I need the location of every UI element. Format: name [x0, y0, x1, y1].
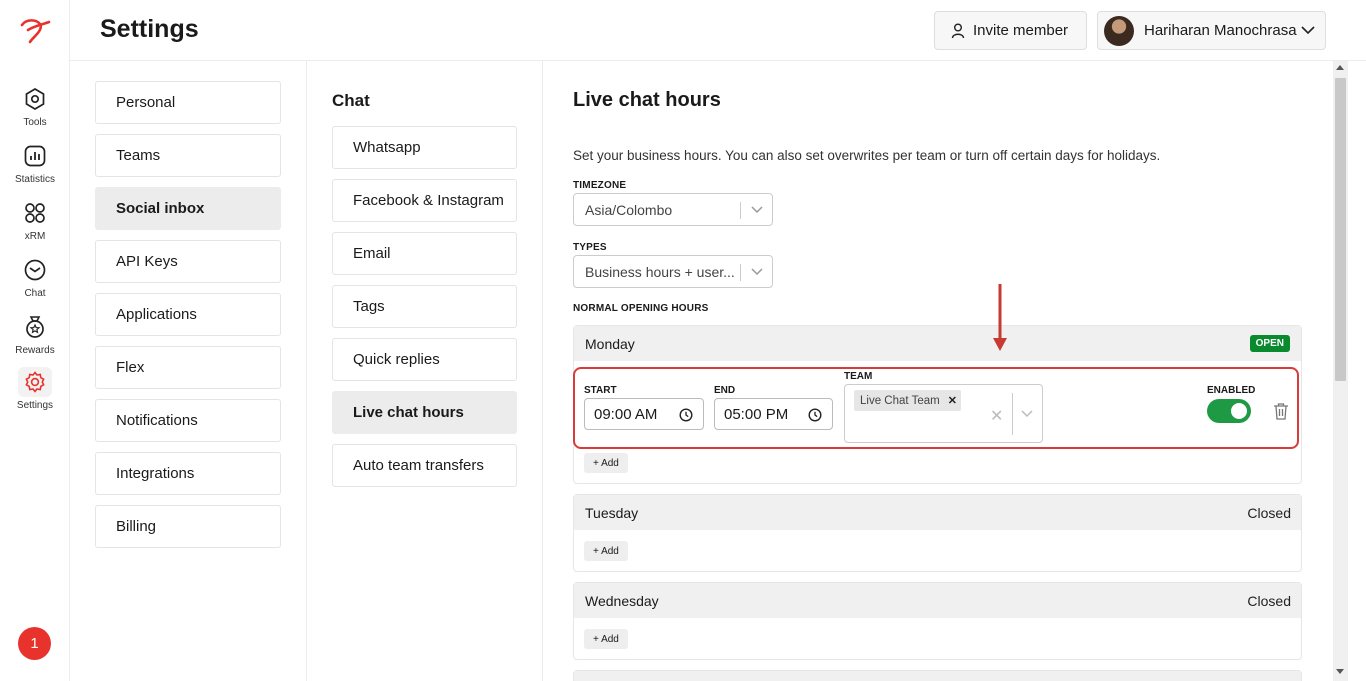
statistics-icon	[24, 145, 46, 167]
scroll-up-icon[interactable]	[1336, 65, 1344, 70]
status-text: Closed	[1247, 504, 1291, 521]
status-text: Closed	[1247, 592, 1291, 609]
icon-rail: Tools Statistics xRM Chat Rewards Settin…	[0, 0, 70, 681]
chat-nav-quick-replies[interactable]: Quick replies	[332, 338, 517, 381]
chat-nav-whatsapp[interactable]: Whatsapp	[332, 126, 517, 169]
rail-label-xrm: xRM	[24, 231, 46, 242]
status-badge: OPEN	[1249, 335, 1290, 352]
chat-nav-email[interactable]: Email	[332, 232, 517, 275]
highlight-box	[573, 367, 1299, 449]
user-name: Hariharan Manochrasa	[1144, 22, 1297, 39]
xrm-icon	[25, 203, 45, 223]
chat-nav-live-chat-hours[interactable]: Live chat hours	[332, 391, 517, 434]
settings-icon	[25, 371, 45, 393]
day-name: Monday	[585, 335, 635, 352]
top-bar: Settings Invite member Hariharan Manochr…	[70, 0, 1366, 61]
rail-label-tools: Tools	[23, 117, 47, 128]
settings-nav-notifications[interactable]: Notifications	[95, 399, 281, 442]
rail-item-tools[interactable]: Tools	[0, 84, 70, 128]
day-tuesday: Tuesday Closed + Add	[573, 494, 1302, 572]
rail-item-rewards[interactable]: Rewards	[0, 312, 70, 356]
section-description: Set your business hours. You can also se…	[573, 148, 1161, 163]
day-header: Tuesday Closed	[574, 495, 1301, 530]
settings-nav: Personal Teams Social inbox API Keys App…	[70, 61, 307, 681]
opening-hours-label: NORMAL OPENING HOURS	[573, 303, 709, 314]
invite-member-button[interactable]: Invite member	[934, 11, 1087, 50]
scroll-down-icon[interactable]	[1336, 669, 1344, 674]
add-hours-button[interactable]: + Add	[584, 453, 628, 473]
settings-nav-integrations[interactable]: Integrations	[95, 452, 281, 495]
settings-nav-personal[interactable]: Personal	[95, 81, 281, 124]
settings-nav-applications[interactable]: Applications	[95, 293, 281, 336]
rail-item-xrm[interactable]: xRM	[0, 198, 70, 242]
day-name: Tuesday	[585, 504, 639, 521]
add-hours-button[interactable]: + Add	[584, 629, 628, 649]
tools-icon	[25, 88, 45, 110]
notification-badge[interactable]: 1	[18, 627, 51, 660]
section-title: Live chat hours	[573, 89, 721, 111]
day-header: Wednesday Closed	[574, 583, 1301, 618]
brand-logo-icon[interactable]	[18, 16, 52, 46]
user-icon	[951, 23, 965, 38]
select-divider	[740, 264, 741, 281]
day-header: Monday OPEN	[574, 326, 1301, 361]
chat-nav-tags[interactable]: Tags	[332, 285, 517, 328]
chat-icon	[24, 259, 46, 281]
timezone-label: TIMEZONE	[573, 180, 627, 191]
settings-nav-api-keys[interactable]: API Keys	[95, 240, 281, 283]
types-select[interactable]: Business hours + user...	[573, 255, 773, 288]
day-header	[574, 671, 1301, 681]
chat-nav-title: Chat	[332, 91, 370, 110]
user-menu-button[interactable]: Hariharan Manochrasa	[1097, 11, 1326, 50]
invite-member-label: Invite member	[973, 22, 1069, 39]
chat-nav-auto-team-transfers[interactable]: Auto team transfers	[332, 444, 517, 487]
arrow-down-icon	[993, 284, 1007, 351]
day-next	[573, 670, 1302, 681]
rail-item-chat[interactable]: Chat	[0, 255, 70, 299]
settings-nav-teams[interactable]: Teams	[95, 134, 281, 177]
rewards-icon	[26, 316, 44, 338]
rail-label-chat: Chat	[24, 288, 46, 299]
add-hours-button[interactable]: + Add	[584, 541, 628, 561]
chat-nav-facebook-instagram[interactable]: Facebook & Instagram	[332, 179, 517, 222]
rail-label-statistics: Statistics	[14, 174, 55, 185]
settings-nav-flex[interactable]: Flex	[95, 346, 281, 389]
types-value: Business hours + user...	[585, 263, 735, 280]
rail-item-settings[interactable]: Settings	[0, 367, 70, 411]
settings-nav-social-inbox[interactable]: Social inbox	[95, 187, 281, 230]
rail-label-rewards: Rewards	[15, 345, 55, 356]
types-label: TYPES	[573, 242, 607, 253]
select-divider	[740, 202, 741, 219]
avatar	[1104, 15, 1134, 46]
timezone-select[interactable]: Asia/Colombo	[573, 193, 773, 226]
chevron-down-icon	[1301, 26, 1315, 35]
day-name: Wednesday	[585, 592, 659, 609]
scrollbar-thumb[interactable]	[1335, 78, 1346, 381]
chevron-down-icon	[751, 206, 763, 214]
chevron-down-icon	[751, 268, 763, 276]
settings-nav-billing[interactable]: Billing	[95, 505, 281, 548]
chat-settings-nav: Chat Whatsapp Facebook & Instagram Email…	[307, 61, 543, 681]
live-chat-hours-panel: Live chat hours Set your business hours.…	[543, 61, 1333, 681]
rail-item-statistics[interactable]: Statistics	[0, 141, 70, 185]
rail-label-settings: Settings	[16, 400, 54, 411]
day-wednesday: Wednesday Closed + Add	[573, 582, 1302, 660]
page-title: Settings	[100, 15, 199, 43]
scrollbar[interactable]	[1333, 61, 1348, 681]
timezone-value: Asia/Colombo	[585, 201, 673, 218]
